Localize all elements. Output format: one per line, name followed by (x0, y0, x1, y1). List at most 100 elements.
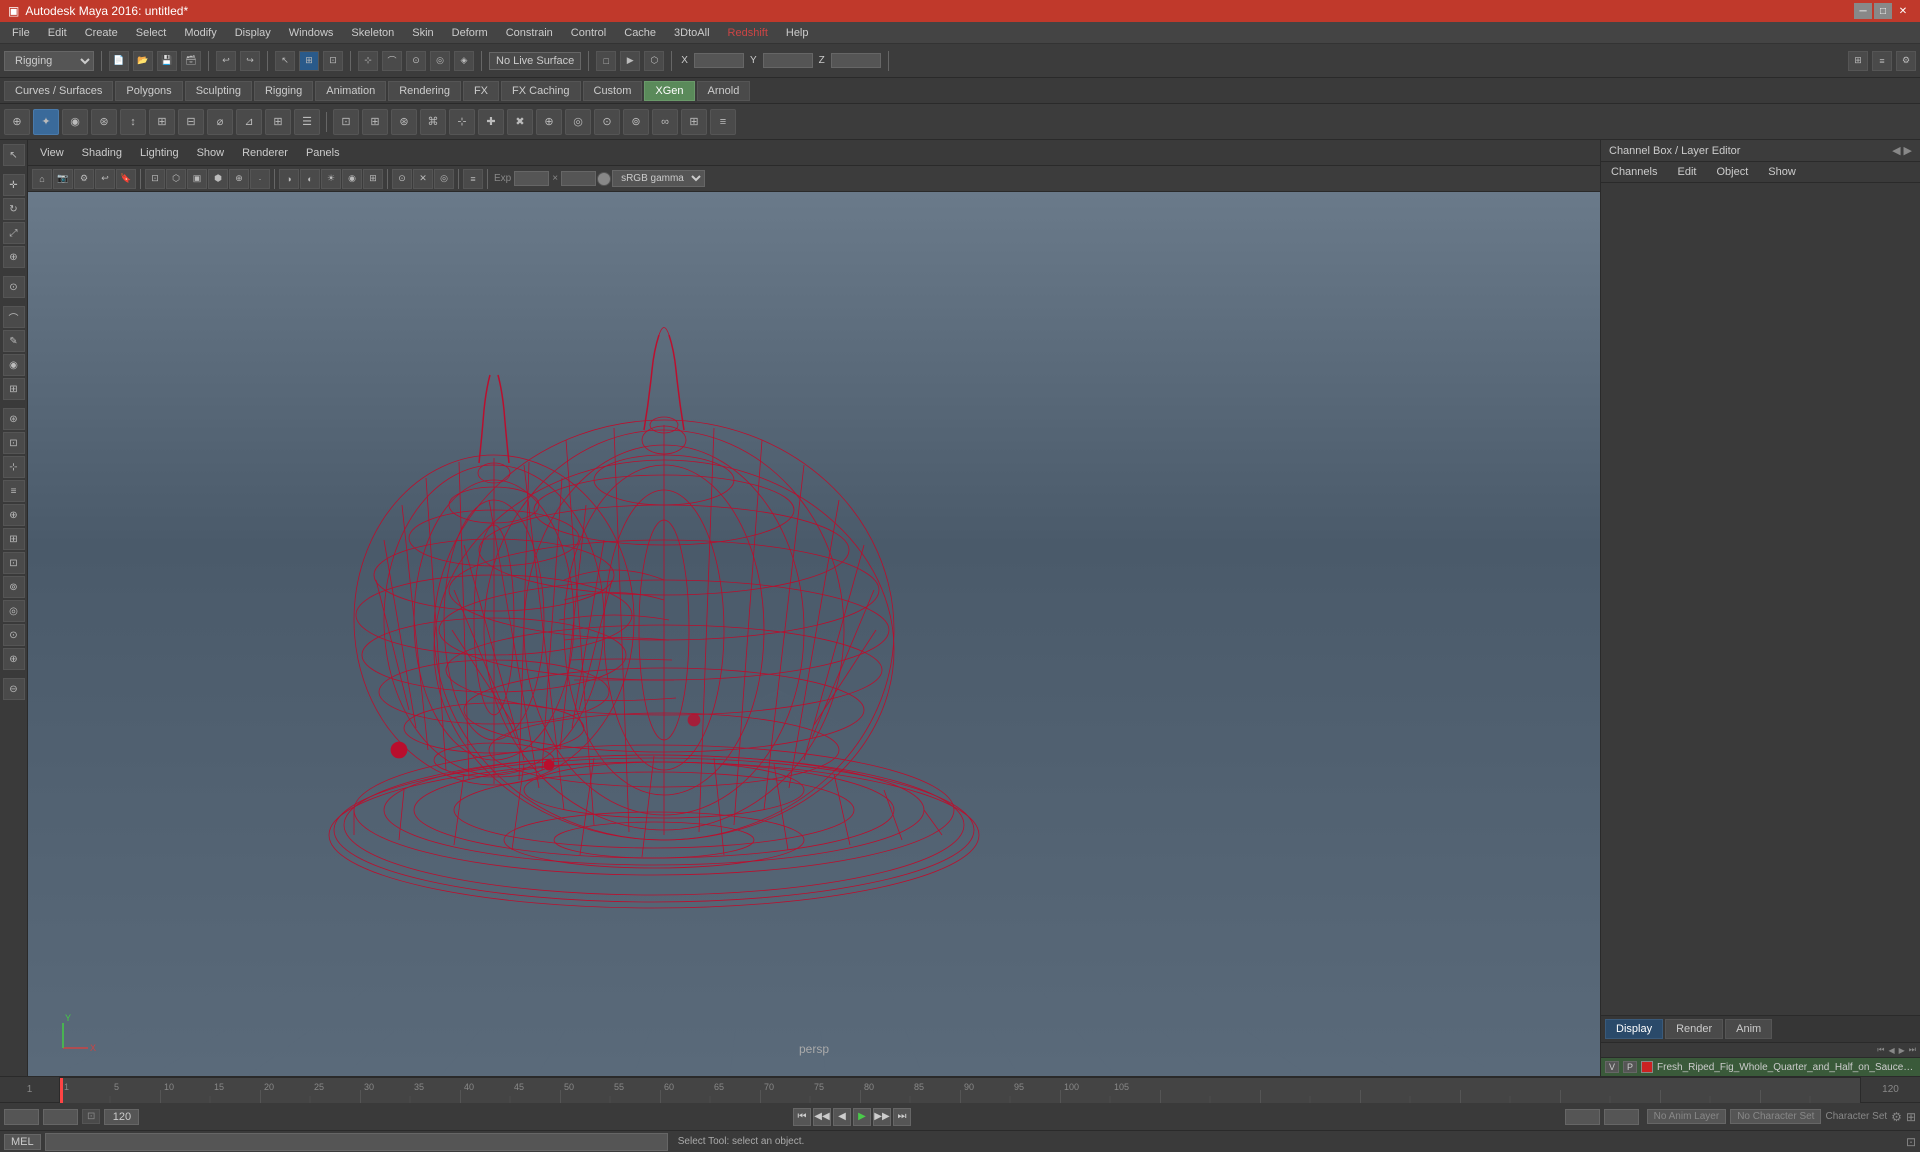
xgen-tool-10[interactable]: ⊞ (265, 109, 291, 135)
layer-item[interactable]: V P Fresh_Riped_Fig_Whole_Quarter_and_Ha… (1601, 1057, 1920, 1076)
undo-icon[interactable]: ↩ (216, 51, 236, 71)
tab-xgen[interactable]: XGen (644, 81, 694, 101)
tool-settings-icon[interactable]: ⚙ (1896, 51, 1916, 71)
select-tool-icon[interactable]: ↖ (275, 51, 295, 71)
left-scale-tool[interactable]: ⤢ (3, 222, 25, 244)
ipr-icon[interactable]: ⬡ (644, 51, 664, 71)
tab-arnold[interactable]: Arnold (697, 81, 751, 101)
more-icon[interactable]: ⊞ (1906, 1110, 1916, 1124)
xgen-tool-5[interactable]: ↕ (120, 109, 146, 135)
transport-go-start[interactable]: ⏮ (793, 1108, 811, 1126)
vp-isolate-icon[interactable]: ◎ (434, 169, 454, 189)
layer-nav-next[interactable]: ▶ (1899, 1046, 1905, 1055)
attr-editor-icon[interactable]: ≡ (1872, 51, 1892, 71)
menu-skin[interactable]: Skin (404, 25, 441, 41)
menu-create[interactable]: Create (77, 25, 126, 41)
menu-display[interactable]: Display (227, 25, 279, 41)
menu-windows[interactable]: Windows (281, 25, 342, 41)
left-rig7[interactable]: ⊙ (3, 624, 25, 646)
vp-ao-icon[interactable]: ◐ (300, 169, 320, 189)
menu-constrain[interactable]: Constrain (498, 25, 561, 41)
menu-help[interactable]: Help (778, 25, 817, 41)
channel-box-expand-icon[interactable]: ▶ (1904, 144, 1912, 157)
vp-tab-renderer[interactable]: Renderer (234, 145, 296, 161)
left-cloth[interactable]: ⊞ (3, 378, 25, 400)
vp-xray-active-icon[interactable]: ✕ (413, 169, 433, 189)
xgen-tool-8[interactable]: ⌀ (207, 109, 233, 135)
range-start-input[interactable]: 1 (4, 1109, 39, 1125)
channel-box-icon[interactable]: ⊞ (1848, 51, 1868, 71)
tab-sculpting[interactable]: Sculpting (185, 81, 252, 101)
xgen-tool-16[interactable]: ⊹ (449, 109, 475, 135)
xgen-tool-13[interactable]: ⊞ (362, 109, 388, 135)
mode-dropdown[interactable]: Rigging (4, 51, 94, 71)
vp-hud-icon[interactable]: ≡ (463, 169, 483, 189)
anim-layer-selector[interactable]: No Anim Layer (1647, 1109, 1727, 1124)
left-quick-rig[interactable]: ≡ (3, 480, 25, 502)
left-rig4[interactable]: ⊡ (3, 552, 25, 574)
left-show-manip[interactable]: ⊙ (3, 276, 25, 298)
menu-modify[interactable]: Modify (176, 25, 224, 41)
save-file-icon[interactable]: 💾 (157, 51, 177, 71)
left-rig5[interactable]: ⊚ (3, 576, 25, 598)
xgen-tool-1[interactable]: ⊕ (4, 109, 30, 135)
menu-3dtoa[interactable]: 3DtoAll (666, 25, 717, 41)
left-rig3[interactable]: ⊞ (3, 528, 25, 550)
xgen-tool-11[interactable]: ☰ (294, 109, 320, 135)
script-editor-icon[interactable]: ⊡ (1906, 1135, 1916, 1149)
vp-tab-show[interactable]: Show (189, 145, 233, 161)
vp-shadow-icon[interactable]: ◑ (279, 169, 299, 189)
xgen-tool-2[interactable]: ✦ (33, 109, 59, 135)
menu-skeleton[interactable]: Skeleton (343, 25, 402, 41)
left-rig8[interactable]: ⊕ (3, 648, 25, 670)
tab-curves-surfaces[interactable]: Curves / Surfaces (4, 81, 113, 101)
vp-cam-settings-icon[interactable]: ⚙ (74, 169, 94, 189)
xgen-tool-25[interactable]: ≡ (710, 109, 736, 135)
vp-bookmark-icon[interactable]: 🔖 (116, 169, 136, 189)
playback-total-input[interactable]: 200 (1604, 1109, 1639, 1125)
snap-point-icon[interactable]: ⊙ (406, 51, 426, 71)
redo-icon[interactable]: ↪ (240, 51, 260, 71)
snap-live-icon[interactable]: ◈ (454, 51, 474, 71)
xgen-tool-20[interactable]: ◎ (565, 109, 591, 135)
render-settings-icon[interactable]: □ (596, 51, 616, 71)
color-circle-icon[interactable] (597, 172, 611, 186)
left-move-tool[interactable]: ✛ (3, 174, 25, 196)
left-sculpt[interactable]: ◉ (3, 354, 25, 376)
cb-tab-show[interactable]: Show (1762, 164, 1802, 180)
tab-animation[interactable]: Animation (315, 81, 386, 101)
current-frame-input[interactable]: 1 (43, 1109, 78, 1125)
tab-rigging[interactable]: Rigging (254, 81, 313, 101)
xgen-tool-21[interactable]: ⊙ (594, 109, 620, 135)
tab-fx[interactable]: FX (463, 81, 499, 101)
vp-bound-icon[interactable]: ⊕ (229, 169, 249, 189)
select-all-icon[interactable]: ⊞ (299, 51, 319, 71)
vp-light-icon[interactable]: ☀ (321, 169, 341, 189)
y-coord-input[interactable] (763, 53, 813, 68)
layer-tab-render[interactable]: Render (1665, 1019, 1723, 1039)
left-universal-tool[interactable]: ⊕ (3, 246, 25, 268)
left-snap-group[interactable]: ⊛ (3, 408, 25, 430)
left-annotation[interactable]: ⊹ (3, 456, 25, 478)
tab-custom[interactable]: Custom (583, 81, 643, 101)
snap-curve-icon[interactable]: ⌒ (382, 51, 402, 71)
layer-tab-display[interactable]: Display (1605, 1019, 1663, 1039)
xgen-tool-12[interactable]: ⊡ (333, 109, 359, 135)
vp-undo-cam-icon[interactable]: ↩ (95, 169, 115, 189)
transport-play-back[interactable]: ▶▶ (873, 1108, 891, 1126)
mel-label[interactable]: MEL (4, 1134, 41, 1150)
render-icon[interactable]: ▶ (620, 51, 640, 71)
vp-tab-panels[interactable]: Panels (298, 145, 348, 161)
vp-tab-shading[interactable]: Shading (74, 145, 130, 161)
menu-select[interactable]: Select (128, 25, 175, 41)
left-rotate-tool[interactable]: ↻ (3, 198, 25, 220)
tab-polygons[interactable]: Polygons (115, 81, 182, 101)
vp-grid-icon[interactable]: ⊞ (363, 169, 383, 189)
vp-smooth-wire-icon[interactable]: ⬡ (166, 169, 186, 189)
vp-reflection-icon[interactable]: ◉ (342, 169, 362, 189)
layer-nav-first[interactable]: ⏮ (1877, 1045, 1884, 1055)
vp-tab-lighting[interactable]: Lighting (132, 145, 187, 161)
vp-flat-icon[interactable]: ▣ (187, 169, 207, 189)
lasso-icon[interactable]: ⊡ (323, 51, 343, 71)
xgen-tool-23[interactable]: ∞ (652, 109, 678, 135)
